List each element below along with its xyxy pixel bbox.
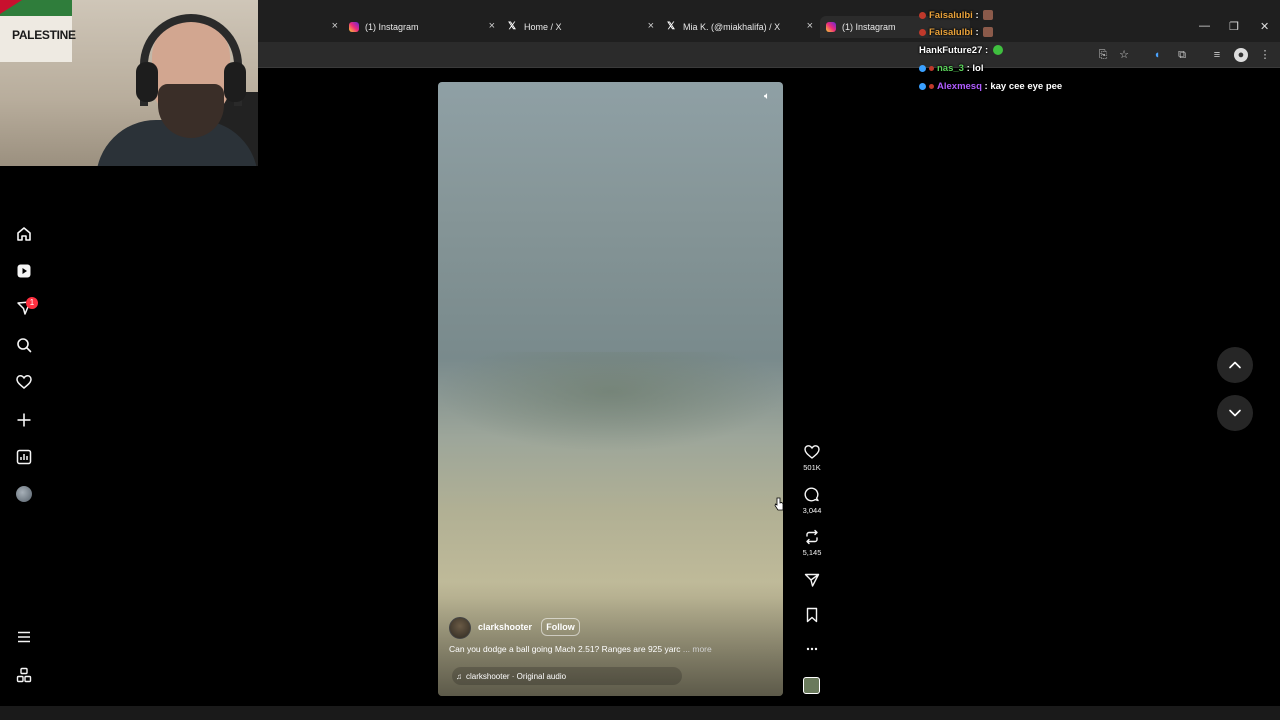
heart-icon [804,445,820,459]
tab-title: (1) Instagram [842,22,896,32]
chat-separator: : [982,45,991,56]
hand-cursor-icon [774,497,784,511]
chat-username: Faisalulbi [929,27,973,38]
chevron-up-icon [1229,361,1241,369]
home-icon[interactable] [14,224,34,244]
emote-icon [992,45,1003,56]
menu-icon[interactable] [14,627,34,647]
media-control-icon[interactable]: ≡ [1210,48,1224,62]
profile-avatar[interactable] [16,486,32,502]
tab-close-icon[interactable]: × [489,20,495,32]
video-scenery [438,352,783,452]
more-options-button[interactable] [801,641,823,657]
browser-tab-instagram[interactable]: (1) Instagram × [349,16,495,38]
audio-thumbnail[interactable] [803,677,820,694]
chat-text: kay cee eye pee [990,81,1063,92]
chat-message: nas_3 : lol [919,63,983,74]
bookmark-icon [806,607,818,623]
flag-text: PALESTINE [12,28,76,42]
user-badge-icon [919,64,926,72]
tab-close-icon[interactable]: × [807,20,813,32]
user-badge-icon [929,65,934,71]
dashboard-icon[interactable] [14,447,34,467]
tab-title: Home / X [524,22,562,32]
user-badge-icon [919,11,926,19]
bookmark-star-icon[interactable]: ☆ [1117,48,1131,62]
share-button[interactable] [801,572,823,588]
chat-message: Faisalulbi : [919,10,994,21]
browser-tab-x-home[interactable]: 𝕏 Home / X × [508,16,654,38]
chat-separator: : [972,10,982,21]
browser-tab[interactable]: × [268,16,338,38]
repost-button[interactable]: 5,145 [801,529,823,557]
chat-separator: : [972,27,982,38]
minimize-icon[interactable]: — [1199,20,1210,32]
tab-title: (1) Instagram [365,22,419,32]
repost-count: 5,145 [802,548,822,557]
chat-username: Alexmesq [937,81,982,92]
music-note-icon: ♫ [456,671,462,681]
caption-text: Can you dodge a ball going Mach 2.51? Ra… [449,644,681,654]
emote-icon [983,27,994,38]
x-logo-icon: 𝕏 [667,21,676,32]
reel-caption: Can you dodge a ball going Mach 2.51? Ra… [449,644,712,654]
headset-earcup [224,62,246,102]
browser-menu-icon[interactable]: ⋮ [1258,48,1272,62]
audio-track[interactable]: ♫ clarkshooter · Original audio [452,667,682,685]
previous-reel-button[interactable] [1217,347,1253,383]
chevron-down-icon [1229,409,1241,417]
comment-count: 3,044 [802,506,822,515]
instagram-icon [826,22,836,32]
chat-text: lol [972,63,984,74]
next-reel-button[interactable] [1217,395,1253,431]
more-apps-icon[interactable] [14,665,34,685]
bottom-bar [0,706,1280,720]
tab-title: Mia K. (@miakhalifa) / X [683,22,781,32]
repost-icon [806,529,818,545]
palestine-flag: PALESTINE [0,0,76,62]
save-button[interactable] [801,607,823,623]
reel-video[interactable] [438,82,783,696]
tab-close-icon[interactable]: × [332,20,338,32]
extensions-icon[interactable]: ⧉ [1175,48,1189,62]
follow-button[interactable]: Follow [541,618,580,636]
install-app-icon[interactable]: ⎘ [1096,48,1110,62]
more-dots-icon [806,647,818,651]
caption-more-link[interactable]: ... more [683,644,712,654]
emote-icon [983,10,994,21]
chat-message: Faisalulbi : [919,27,994,38]
window-close-icon[interactable]: ✕ [1260,20,1269,33]
search-icon[interactable] [14,335,34,355]
chat-username: HankFuture27 [919,45,983,56]
user-badge-icon [929,83,934,89]
chat-username: nas_3 [937,63,964,74]
x-logo-icon: 𝕏 [508,21,517,32]
read-aloud-icon[interactable]: ◖ [1150,48,1164,62]
chat-username: Faisalulbi [929,10,973,21]
instagram-icon [349,22,359,32]
share-icon [804,573,820,587]
like-button[interactable]: 501K [801,444,823,472]
chat-message: Alexmesq : kay cee eye pee [919,81,1062,92]
owner-username[interactable]: clarkshooter [478,622,532,632]
create-icon[interactable] [14,410,34,430]
chat-message: HankFuture27 : [919,45,1003,56]
audio-toggle-icon[interactable]: 🔈︎ [760,90,774,104]
user-badge-icon [919,28,926,36]
audio-track-label: clarkshooter · Original audio [466,671,567,681]
notification-badge: 1 [26,297,38,309]
comment-button[interactable]: 3,044 [801,487,823,515]
webcam-overlay: PALESTINE [0,0,258,166]
headset-earcup [136,62,158,102]
tab-close-icon[interactable]: × [648,20,654,32]
user-badge-icon [919,82,926,90]
browser-tab-x-profile[interactable]: 𝕏 Mia K. (@miakhalifa) / X × [667,16,813,38]
restore-icon[interactable]: ❐ [1229,20,1239,33]
like-count: 501K [803,463,821,472]
comment-icon [804,487,819,502]
owner-avatar[interactable] [449,617,471,639]
notifications-heart-icon[interactable] [14,372,34,392]
reels-icon[interactable] [14,261,34,281]
profile-icon[interactable]: ● [1234,48,1248,62]
